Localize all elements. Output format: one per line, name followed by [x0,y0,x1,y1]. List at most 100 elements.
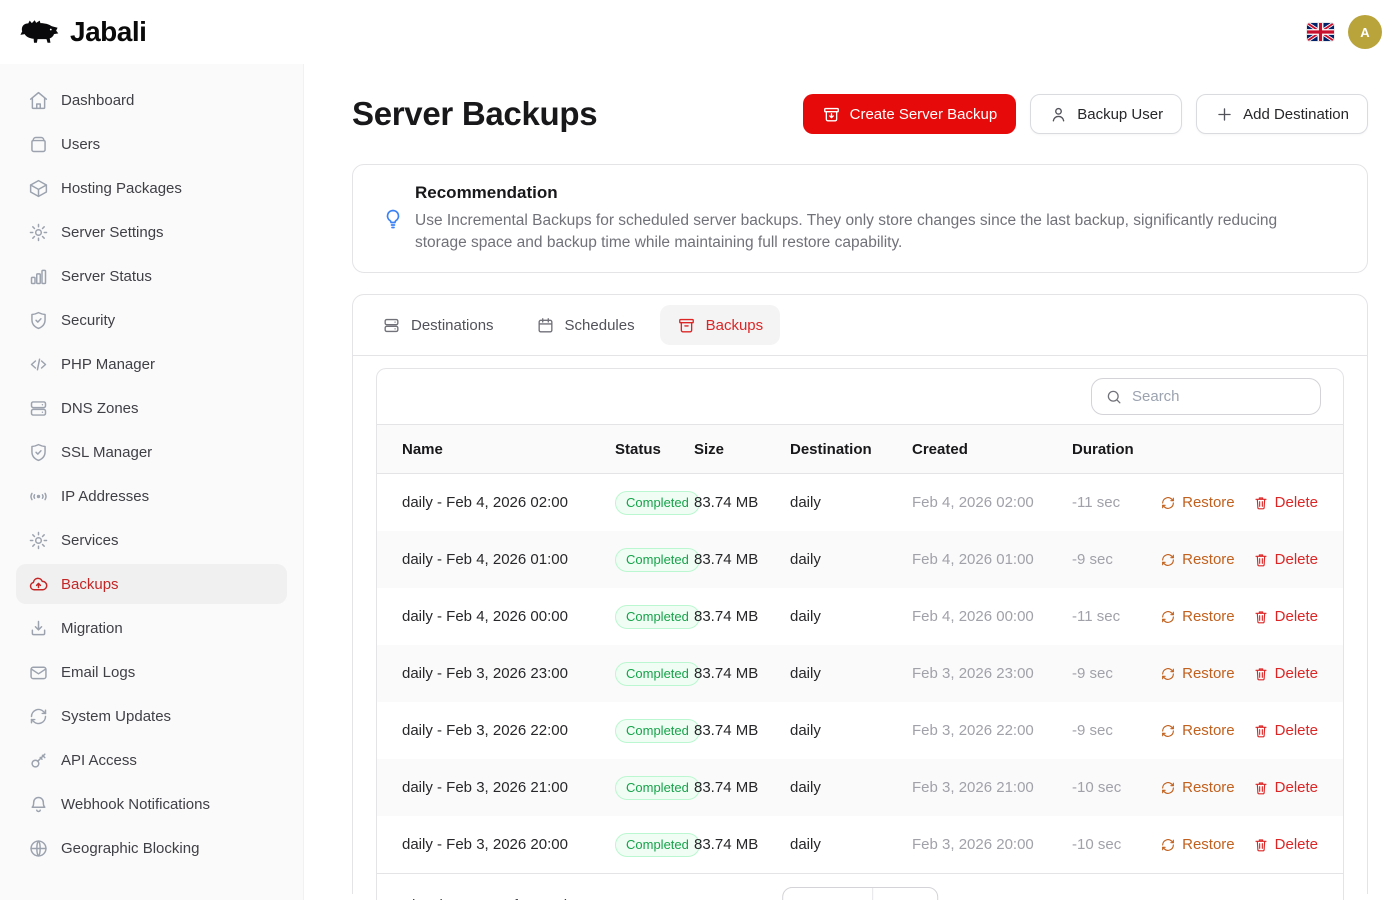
download-icon [28,618,49,639]
sidebar-item-server-settings[interactable]: Server Settings [16,212,287,252]
tab-label: Destinations [411,317,494,334]
table-row: daily - Feb 3, 2026 22:00 Completed 83.7… [377,702,1343,759]
sidebar-item-webhook-notifications[interactable]: Webhook Notifications [16,784,287,824]
table-row: daily - Feb 4, 2026 01:00 Completed 83.7… [377,531,1343,588]
restore-label: Restore [1182,665,1235,682]
per-page-select[interactable]: 10 [873,888,937,900]
sidebar-item-hosting-packages[interactable]: Hosting Packages [16,168,287,208]
sidebar-item-label: Email Logs [61,664,135,681]
column-header-destination: Destination [790,441,912,458]
restore-button[interactable]: Restore [1160,494,1235,511]
search-input[interactable] [1132,388,1307,405]
restore-button[interactable]: Restore [1160,836,1235,853]
restore-label: Restore [1182,551,1235,568]
server-stack-icon [28,398,49,419]
status-badge: Completed [615,833,700,857]
backup-size: 83.74 MB [694,608,790,625]
sidebar-item-server-status[interactable]: Server Status [16,256,287,296]
table-header: Name Status Size Destination Created Dur… [377,424,1343,474]
restore-button[interactable]: Restore [1160,551,1235,568]
key-icon [28,750,49,771]
restore-button[interactable]: Restore [1160,608,1235,625]
recommendation-body: Use Incremental Backups for scheduled se… [415,210,1325,254]
trash-icon [1253,666,1269,682]
delete-button[interactable]: Delete [1253,665,1318,682]
delete-label: Delete [1275,779,1318,796]
user-avatar[interactable]: A [1348,15,1382,49]
home-icon [28,90,49,111]
sidebar-item-system-updates[interactable]: System Updates [16,696,287,736]
delete-label: Delete [1275,722,1318,739]
status-badge: Completed [615,776,700,800]
sidebar-item-label: DNS Zones [61,400,139,417]
language-flag-uk-icon[interactable] [1307,23,1334,41]
sidebar-item-migration[interactable]: Migration [16,608,287,648]
backup-destination: daily [790,608,912,625]
backup-destination: daily [790,836,912,853]
backup-name: daily - Feb 3, 2026 20:00 [402,836,615,853]
add-destination-button[interactable]: Add Destination [1196,94,1368,134]
code-icon [28,354,49,375]
sidebar-item-label: Server Status [61,268,152,285]
search-icon [1105,388,1123,406]
sidebar-item-dashboard[interactable]: Dashboard [16,80,287,120]
sidebar-item-services[interactable]: Services [16,520,287,560]
delete-button[interactable]: Delete [1253,551,1318,568]
per-page-control: Per page 10 [782,887,938,900]
restore-icon [1160,609,1176,625]
sidebar-item-ssl-manager[interactable]: SSL Manager [16,432,287,472]
backup-destination: daily [790,551,912,568]
table-row: daily - Feb 4, 2026 00:00 Completed 83.7… [377,588,1343,645]
restore-button[interactable]: Restore [1160,779,1235,796]
trash-icon [1253,780,1269,796]
sidebar-item-geographic-blocking[interactable]: Geographic Blocking [16,828,287,868]
search-box [1091,378,1321,415]
restore-button[interactable]: Restore [1160,665,1235,682]
restore-label: Restore [1182,608,1235,625]
backup-duration: -11 sec [1072,608,1162,625]
delete-button[interactable]: Delete [1253,722,1318,739]
backup-user-button[interactable]: Backup User [1030,94,1182,134]
backup-created: Feb 4, 2026 02:00 [912,494,1072,511]
sidebar-item-email-logs[interactable]: Email Logs [16,652,287,692]
sidebar-item-php-manager[interactable]: PHP Manager [16,344,287,384]
user-icon [1049,105,1068,124]
refresh-icon [28,706,49,727]
delete-button[interactable]: Delete [1253,836,1318,853]
page-title: Server Backups [352,95,597,133]
sidebar-item-backups[interactable]: Backups [16,564,287,604]
envelope-icon [28,662,49,683]
delete-button[interactable]: Delete [1253,608,1318,625]
sidebar-item-api-access[interactable]: API Access [16,740,287,780]
sidebar-item-dns-zones[interactable]: DNS Zones [16,388,287,428]
pagination-bar: Showing 1 to 7 of 7 results Per page 10 [377,873,1343,900]
tab-schedules[interactable]: Schedules [519,305,652,345]
per-page-label: Per page [783,888,873,900]
delete-button[interactable]: Delete [1253,494,1318,511]
status-badge: Completed [615,719,700,743]
server-stack-icon [382,316,401,335]
table-row: daily - Feb 3, 2026 21:00 Completed 83.7… [377,759,1343,816]
archive-box-icon [677,316,696,335]
sidebar-item-security[interactable]: Security [16,300,287,340]
create-server-backup-button[interactable]: Create Server Backup [803,94,1017,134]
restore-icon [1160,495,1176,511]
brand-logo[interactable]: Jabali [16,16,146,48]
tab-backups[interactable]: Backups [660,305,781,345]
delete-button[interactable]: Delete [1253,779,1318,796]
sidebar-item-label: Webhook Notifications [61,796,210,813]
cloud-upload-icon [28,574,49,595]
sidebar-item-label: Security [61,312,115,329]
restore-button[interactable]: Restore [1160,722,1235,739]
sidebar-item-label: API Access [61,752,137,769]
sidebar-item-users[interactable]: Users [16,124,287,164]
archive-arrow-down-icon [822,105,841,124]
sidebar-item-label: Hosting Packages [61,180,182,197]
tab-destinations[interactable]: Destinations [365,305,511,345]
delete-label: Delete [1275,836,1318,853]
sidebar-item-ip-addresses[interactable]: IP Addresses [16,476,287,516]
backup-destination: daily [790,665,912,682]
sidebar-item-label: SSL Manager [61,444,152,461]
table-body: daily - Feb 4, 2026 02:00 Completed 83.7… [377,474,1343,873]
sidebar-item-label: IP Addresses [61,488,149,505]
